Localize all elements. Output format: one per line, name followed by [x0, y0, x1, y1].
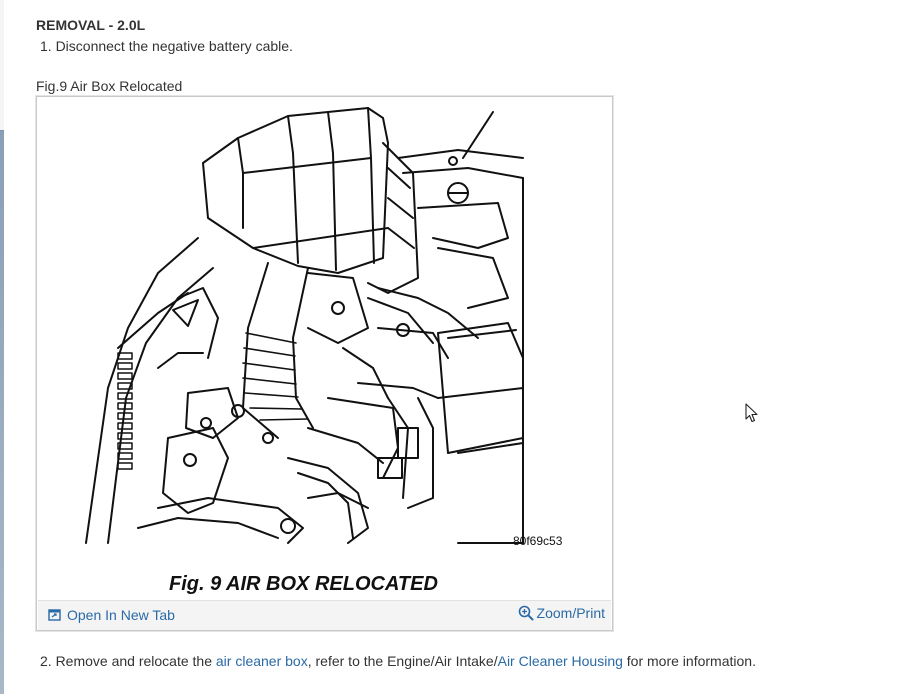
step-2-suffix: for more information.: [622, 653, 756, 669]
figure-container: 80f69c53 Fig. 9 AIR BOX RELOCATED Open I…: [36, 96, 613, 631]
section-heading: REMOVAL - 2.0L: [36, 17, 146, 33]
step-2: 2. Remove and relocate the air cleaner b…: [40, 653, 756, 669]
step-1: 1. Disconnect the negative battery cable…: [40, 38, 293, 54]
zoom-print-label: Zoom/Print: [536, 605, 605, 621]
figure-caption: Fig.9 Air Box Relocated: [36, 78, 183, 94]
zoom-print-button[interactable]: Zoom/Print: [518, 605, 605, 621]
step-2-middle: , refer to the Engine/Air Intake/: [307, 653, 498, 669]
window-left-edge-cap: [0, 0, 4, 130]
part-code-label: 80f69c53: [513, 534, 563, 548]
air-cleaner-box-link[interactable]: air cleaner box: [216, 653, 308, 669]
figure-toolbar: Open In New Tab Zoom/Print: [38, 600, 611, 630]
air-box-illustration: 80f69c53 Fig. 9 AIR BOX RELOCATED: [85, 107, 563, 595]
magnifier-icon: [518, 605, 534, 621]
open-new-tab-icon: [48, 609, 61, 621]
mouse-pointer-icon: [745, 403, 758, 423]
air-box-diagram[interactable]: 80f69c53 Fig. 9 AIR BOX RELOCATED: [38, 98, 611, 598]
figure-title: Fig. 9 AIR BOX RELOCATED: [169, 573, 438, 595]
step-2-prefix: 2. Remove and relocate the: [40, 653, 216, 669]
window-left-edge: [0, 0, 4, 694]
air-cleaner-housing-link[interactable]: Air Cleaner Housing: [498, 653, 623, 669]
open-in-new-tab-button[interactable]: Open In New Tab: [48, 607, 175, 623]
open-in-new-tab-label: Open In New Tab: [67, 607, 175, 623]
